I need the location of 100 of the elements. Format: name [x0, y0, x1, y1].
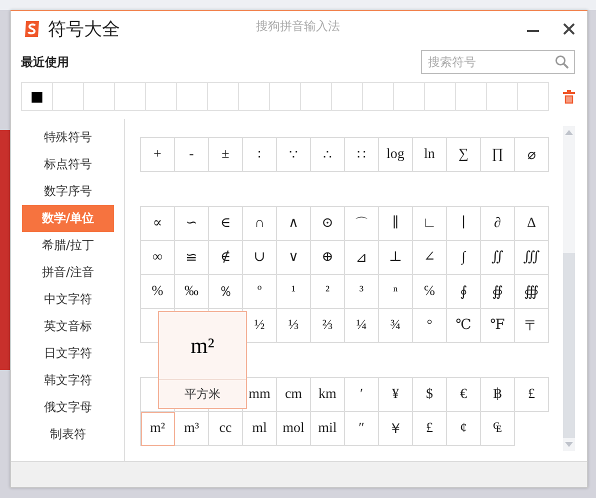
category-item[interactable]: 希腊/拉丁: [22, 232, 114, 259]
symbol-cell[interactable]: ∽: [175, 207, 209, 241]
symbol-cell[interactable]: mil: [311, 412, 345, 446]
symbol-cell[interactable]: log: [379, 138, 413, 172]
symbol-cell[interactable]: ℃: [447, 309, 481, 343]
symbol-cell[interactable]: ln: [413, 138, 447, 172]
symbol-cell[interactable]: ∝: [141, 207, 175, 241]
recent-symbol-slot[interactable]: [239, 83, 270, 111]
symbol-cell[interactable]: ∴: [311, 138, 345, 172]
symbol-cell[interactable]: cm: [277, 378, 311, 412]
recent-symbol-slot[interactable]: [518, 83, 549, 111]
symbol-cell[interactable]: ∩: [243, 207, 277, 241]
category-item[interactable]: 日文字符: [22, 340, 114, 367]
symbol-cell[interactable]: ∞: [141, 241, 175, 275]
symbol-cell[interactable]: ฿: [481, 378, 515, 412]
symbol-cell[interactable]: ￥: [379, 412, 413, 446]
symbol-cell[interactable]: ±: [209, 138, 243, 172]
recent-symbol-slot[interactable]: [487, 83, 518, 111]
symbol-cell[interactable]: ¼: [345, 309, 379, 343]
symbol-cell[interactable]: ¾: [379, 309, 413, 343]
symbol-cell[interactable]: ∯: [481, 275, 515, 309]
recent-symbol-slot[interactable]: [208, 83, 239, 111]
symbol-cell[interactable]: °: [413, 309, 447, 343]
symbol-cell[interactable]: ²: [311, 275, 345, 309]
category-item[interactable]: 标点符号: [22, 151, 114, 178]
symbol-cell[interactable]: ⅔: [311, 309, 345, 343]
symbol-cell[interactable]: £: [515, 378, 549, 412]
symbol-cell[interactable]: ³: [345, 275, 379, 309]
symbol-cell[interactable]: ∏: [481, 138, 515, 172]
symbol-cell[interactable]: º: [243, 275, 277, 309]
recent-symbol-slot[interactable]: [456, 83, 487, 111]
symbol-cell[interactable]: km: [311, 378, 345, 412]
symbol-cell[interactable]: ∶: [243, 138, 277, 172]
symbol-cell[interactable]: ⌒: [345, 207, 379, 241]
recent-symbol-slot[interactable]: [84, 83, 115, 111]
symbol-cell[interactable]: ⌀: [515, 138, 549, 172]
symbol-cell[interactable]: 〒: [515, 309, 549, 343]
scroll-down-icon[interactable]: [565, 442, 573, 447]
scrollbar[interactable]: [563, 126, 575, 451]
symbol-cell[interactable]: ∠: [413, 241, 447, 275]
symbol-cell[interactable]: cc: [209, 412, 243, 446]
recent-symbol-slot[interactable]: ■: [22, 83, 53, 111]
recent-symbol-slot[interactable]: [146, 83, 177, 111]
symbol-cell[interactable]: ％: [209, 275, 243, 309]
trash-icon[interactable]: [563, 90, 575, 104]
symbol-cell[interactable]: ∑: [447, 138, 481, 172]
symbol-cell[interactable]: %: [141, 275, 175, 309]
symbol-cell[interactable]: ⁿ: [379, 275, 413, 309]
category-item[interactable]: 数字序号: [22, 178, 114, 205]
symbol-cell[interactable]: ∪: [243, 241, 277, 275]
scroll-up-icon[interactable]: [565, 130, 573, 135]
symbol-cell[interactable]: Δ: [515, 207, 549, 241]
category-item[interactable]: 制表符: [22, 421, 114, 448]
symbol-cell[interactable]: ∣: [447, 207, 481, 241]
recent-symbol-slot[interactable]: [363, 83, 394, 111]
symbol-cell[interactable]: ∨: [277, 241, 311, 275]
symbol-cell[interactable]: mol: [277, 412, 311, 446]
symbol-cell[interactable]: ∈: [209, 207, 243, 241]
symbol-cell[interactable]: ⊕: [311, 241, 345, 275]
symbol-cell[interactable]: €: [447, 378, 481, 412]
scroll-thumb[interactable]: [563, 253, 575, 438]
symbol-cell[interactable]: ″: [345, 412, 379, 446]
recent-symbol-slot[interactable]: [425, 83, 456, 111]
symbol-cell[interactable]: ¢: [447, 412, 481, 446]
recent-symbol-slot[interactable]: [53, 83, 84, 111]
recent-symbol-slot[interactable]: [270, 83, 301, 111]
recent-symbol-slot[interactable]: [177, 83, 208, 111]
recent-symbol-slot[interactable]: [394, 83, 425, 111]
recent-symbol-slot[interactable]: [301, 83, 332, 111]
symbol-cell[interactable]: ¥: [379, 378, 413, 412]
symbol-cell[interactable]: m³: [175, 412, 209, 446]
symbol-cell[interactable]: +: [141, 138, 175, 172]
symbol-cell[interactable]: ⊿: [345, 241, 379, 275]
symbol-cell[interactable]: m²: [141, 412, 175, 446]
symbol-cell[interactable]: ∂: [481, 207, 515, 241]
symbol-cell[interactable]: ⊙: [311, 207, 345, 241]
symbol-cell[interactable]: ⅓: [277, 309, 311, 343]
category-item[interactable]: 俄文字母: [22, 394, 114, 421]
category-item[interactable]: 中文字符: [22, 286, 114, 313]
symbol-cell[interactable]: ∷: [345, 138, 379, 172]
symbol-cell[interactable]: ml: [243, 412, 277, 446]
symbol-cell[interactable]: ∭: [515, 241, 549, 275]
symbol-cell[interactable]: ∮: [447, 275, 481, 309]
category-item[interactable]: 特殊符号: [22, 124, 114, 151]
symbol-cell[interactable]: £: [413, 412, 447, 446]
symbol-cell[interactable]: $: [413, 378, 447, 412]
symbol-cell[interactable]: ′: [345, 378, 379, 412]
symbol-cell[interactable]: ₠: [481, 412, 515, 446]
symbol-cell[interactable]: ∬: [481, 241, 515, 275]
symbol-cell[interactable]: ¹: [277, 275, 311, 309]
symbol-cell[interactable]: ∥: [379, 207, 413, 241]
recent-symbol-slot[interactable]: [115, 83, 146, 111]
search-field[interactable]: 搜索符号: [421, 50, 575, 74]
symbol-cell[interactable]: ∉: [209, 241, 243, 275]
symbol-cell[interactable]: ∫: [447, 241, 481, 275]
symbol-cell[interactable]: ⊥: [379, 241, 413, 275]
symbol-cell[interactable]: ‰: [175, 275, 209, 309]
symbol-cell[interactable]: ∟: [413, 207, 447, 241]
symbol-cell[interactable]: -: [175, 138, 209, 172]
recent-symbol-slot[interactable]: [332, 83, 363, 111]
